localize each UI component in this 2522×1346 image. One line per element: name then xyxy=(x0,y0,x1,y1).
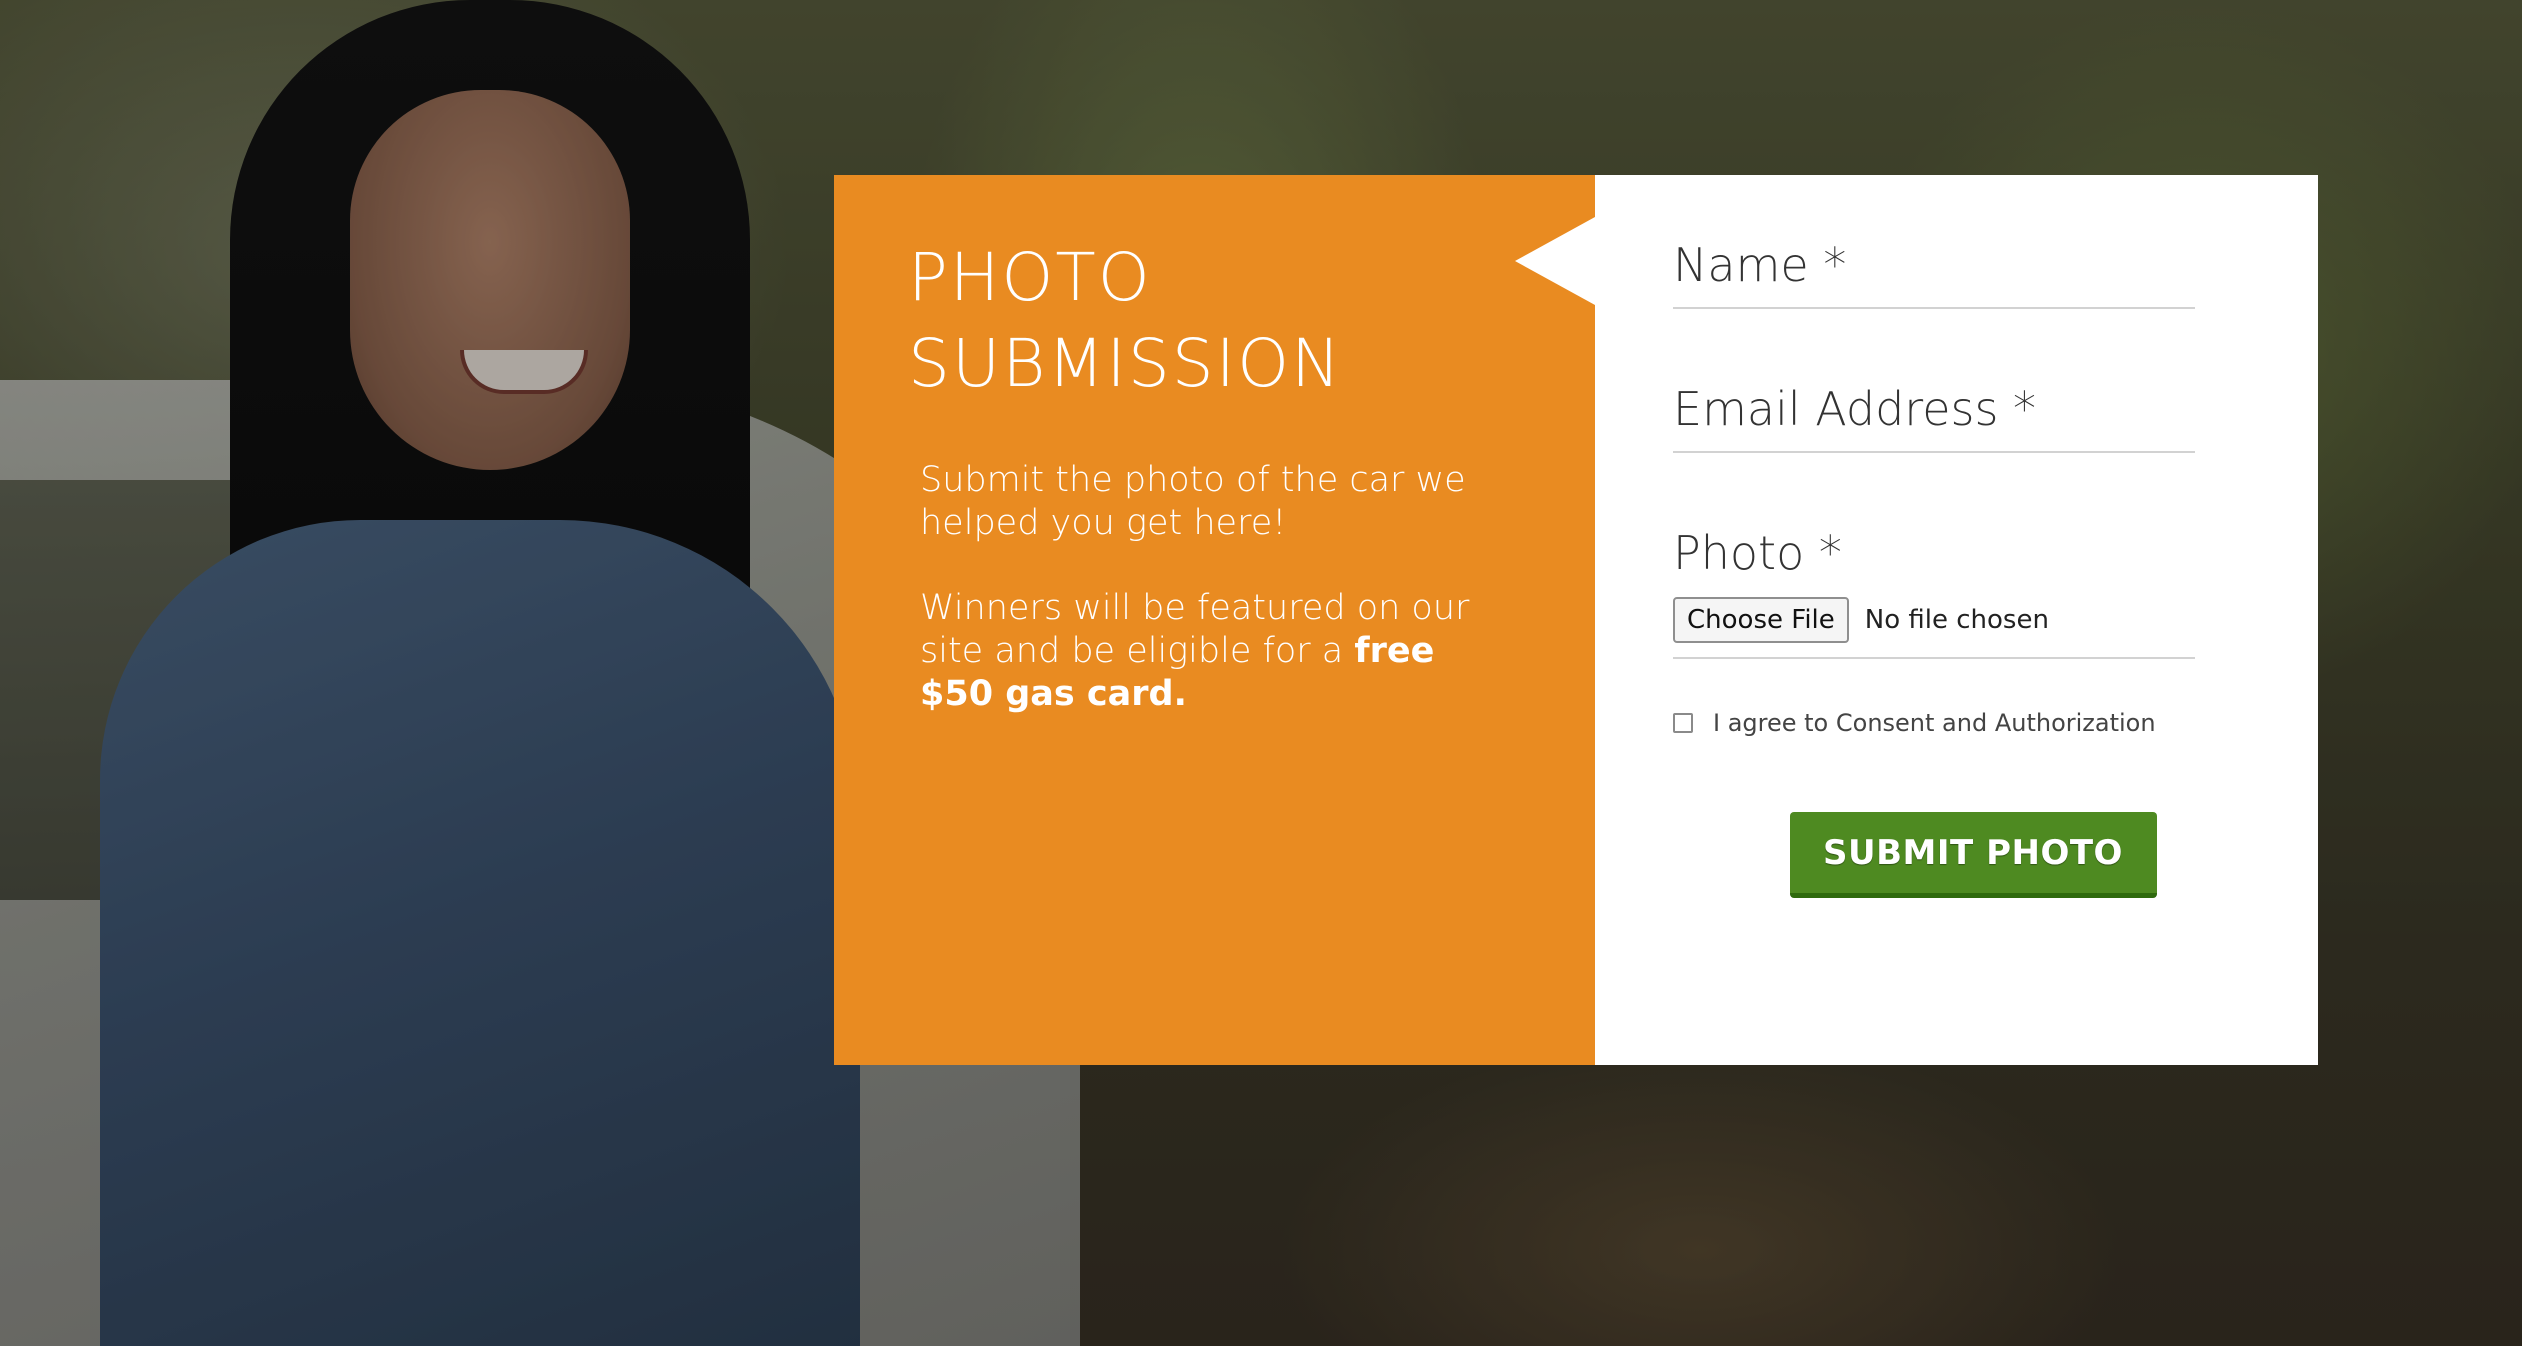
submission-card: PHOTO SUBMISSION Submit the photo of the… xyxy=(834,175,2318,1065)
page: PHOTO SUBMISSION Submit the photo of the… xyxy=(0,0,2522,1346)
panel-notch xyxy=(1515,217,1595,305)
photo-field: Photo * Choose File No file chosen xyxy=(1673,523,2195,659)
email-field[interactable]: Email Address * xyxy=(1673,379,2195,453)
form-panel: Name * Email Address * Photo * Choose Fi… xyxy=(1595,175,2318,1065)
intro-paragraph-2: Winners will be featured on our site and… xyxy=(920,587,1480,716)
consent-checkbox[interactable] xyxy=(1673,713,1693,733)
consent-row: I agree to Consent and Authorization xyxy=(1673,709,2318,737)
name-label: Name * xyxy=(1673,238,1847,292)
file-input: Choose File No file chosen xyxy=(1673,587,2195,657)
file-status: No file chosen xyxy=(1864,605,2049,635)
submit-wrap: SUBMIT PHOTO xyxy=(1673,812,2273,898)
page-title: PHOTO SUBMISSION xyxy=(908,239,1343,402)
consent-label[interactable]: I agree to Consent and Authorization xyxy=(1713,709,2156,737)
intro-text: Submit the photo of the car we helped yo… xyxy=(920,459,1480,716)
choose-file-button[interactable]: Choose File xyxy=(1673,597,1849,643)
email-label: Email Address * xyxy=(1673,382,2037,436)
intro-paragraph-1: Submit the photo of the car we helped yo… xyxy=(920,460,1466,543)
photo-label: Photo * xyxy=(1673,526,1842,580)
submit-photo-button[interactable]: SUBMIT PHOTO xyxy=(1789,812,2157,898)
name-field[interactable]: Name * xyxy=(1673,235,2195,309)
intro-panel: PHOTO SUBMISSION Submit the photo of the… xyxy=(834,175,1595,1065)
